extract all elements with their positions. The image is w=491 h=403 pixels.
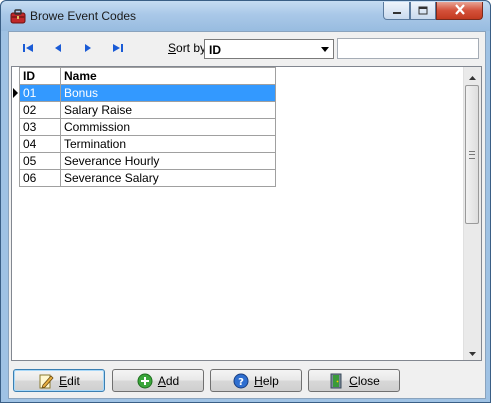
row-indicator	[12, 135, 20, 153]
search-input[interactable]	[337, 38, 479, 59]
next-record-icon	[83, 42, 93, 56]
previous-record-button[interactable]	[47, 40, 69, 58]
row-indicator-header	[12, 67, 20, 85]
grip-icon	[469, 150, 475, 159]
window: Browe Event Codes Sort by ID ID Name 01 …	[0, 0, 491, 403]
event-codes-table: ID Name 01 Bonus 02 Salary Raise 03 Comm…	[12, 67, 276, 187]
cell-id[interactable]: 04	[19, 135, 61, 153]
cell-name[interactable]: Salary Raise	[60, 101, 276, 119]
table-row[interactable]: 02 Salary Raise	[12, 101, 276, 119]
cell-name[interactable]: Commission	[60, 118, 276, 136]
window-title: Browe Event Codes	[30, 9, 137, 23]
help-icon: ?	[233, 373, 249, 389]
close-window-button[interactable]	[436, 2, 483, 20]
minimize-button[interactable]	[383, 2, 410, 20]
sort-by-select[interactable]: ID	[204, 39, 334, 59]
add-button[interactable]: Add	[112, 369, 204, 392]
current-row-pointer-icon	[13, 87, 18, 98]
sort-by-label: Sort by	[168, 41, 206, 55]
cell-id[interactable]: 03	[19, 118, 61, 136]
row-indicator	[12, 101, 20, 119]
cell-name[interactable]: Severance Hourly	[60, 152, 276, 170]
row-indicator	[12, 152, 20, 170]
column-header-id[interactable]: ID	[19, 67, 61, 85]
help-button[interactable]: ? Help	[210, 369, 302, 392]
edit-icon	[38, 373, 54, 389]
scroll-down-button[interactable]	[464, 343, 481, 360]
edit-button-label: Edit	[59, 373, 80, 388]
edit-button[interactable]: Edit	[13, 369, 105, 392]
table-row[interactable]: 03 Commission	[12, 118, 276, 136]
cell-id[interactable]: 05	[19, 152, 61, 170]
close-button-label: Close	[349, 373, 380, 388]
table-row[interactable]: 06 Severance Salary	[12, 169, 276, 187]
add-icon	[137, 373, 153, 389]
scroll-up-button[interactable]	[464, 67, 481, 84]
title-bar[interactable]: Browe Event Codes	[1, 1, 490, 31]
row-indicator	[12, 84, 20, 102]
scroll-down-icon	[469, 345, 476, 359]
sort-label-accelerator: S	[168, 41, 177, 55]
cell-id[interactable]: 06	[19, 169, 61, 187]
cell-name[interactable]: Severance Salary	[60, 169, 276, 187]
last-record-icon	[112, 42, 124, 56]
toolbox-icon	[9, 8, 27, 24]
close-button[interactable]: Close	[308, 369, 400, 392]
cell-id[interactable]: 02	[19, 101, 61, 119]
first-record-button[interactable]	[17, 40, 39, 58]
scrollbar-thumb[interactable]	[465, 85, 479, 224]
event-codes-grid[interactable]: ID Name 01 Bonus 02 Salary Raise 03 Comm…	[11, 66, 482, 361]
door-exit-icon	[328, 373, 344, 389]
header-row: ID Name	[12, 67, 276, 85]
close-icon	[454, 3, 466, 18]
sort-label-text: ort by	[176, 41, 207, 55]
table-row[interactable]: 01 Bonus	[12, 84, 276, 102]
table-row[interactable]: 04 Termination	[12, 135, 276, 153]
next-record-button[interactable]	[77, 40, 99, 58]
maximize-icon	[418, 4, 428, 18]
column-header-name[interactable]: Name	[60, 67, 276, 85]
row-indicator	[12, 169, 20, 187]
minimize-icon	[392, 4, 402, 18]
scroll-up-icon	[469, 69, 476, 83]
row-indicator	[12, 118, 20, 136]
first-record-icon	[22, 42, 34, 56]
vertical-scrollbar[interactable]	[463, 67, 481, 360]
chevron-down-icon	[317, 40, 333, 58]
previous-record-icon	[53, 42, 63, 56]
help-button-label: Help	[254, 373, 279, 388]
cell-name[interactable]: Termination	[60, 135, 276, 153]
cell-id[interactable]: 01	[19, 84, 61, 102]
cell-name[interactable]: Bonus	[60, 84, 276, 102]
svg-text:?: ?	[238, 377, 244, 388]
last-record-button[interactable]	[107, 40, 129, 58]
add-button-label: Add	[157, 373, 180, 388]
table-row[interactable]: 05 Severance Hourly	[12, 152, 276, 170]
maximize-button[interactable]	[410, 2, 436, 20]
dialog-body: Sort by ID ID Name 01 Bonus 02 Salary Ra…	[8, 31, 486, 399]
sort-by-value: ID	[209, 43, 221, 57]
